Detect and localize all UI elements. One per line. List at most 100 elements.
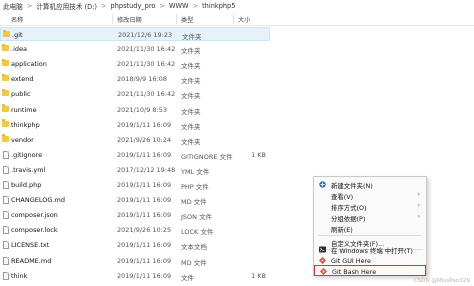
- chevron-right-icon: ›: [417, 202, 420, 209]
- file-row[interactable]: .gitignore 2019/1/11 16:09 GITIGNORE 文件 1 K…: [0, 148, 270, 162]
- file-name: .git: [12, 31, 23, 39]
- file-type: MD 文件: [181, 198, 207, 207]
- file-name: LICENSE.txt: [11, 241, 50, 250]
- watermark: CSDN @MissPan329: [413, 278, 470, 284]
- folder-icon: [2, 119, 9, 127]
- file-name: .gitignore: [11, 150, 43, 159]
- file-row[interactable]: composer.json 2019/1/11 16:09 JSON 文件: [0, 208, 270, 222]
- breadcrumb-item[interactable]: WWW: [169, 2, 189, 10]
- file-icon: [3, 165, 9, 174]
- menu-item-label: 分组依据(P): [331, 215, 366, 223]
- file-row[interactable]: .git 2021/12/6 19:23 文件夹: [0, 27, 270, 41]
- file-row[interactable]: .travis.yml 2017/12/12 19:48 YML 文件: [0, 163, 270, 177]
- menu-item-label: Git GUI Here: [331, 257, 371, 265]
- file-row[interactable]: application 2021/11/30 16:42 文件夹: [0, 57, 270, 71]
- menu-item-refresh[interactable]: 刷新(E): [314, 223, 426, 234]
- file-date: 2021/12/6 19:23: [118, 31, 173, 39]
- file-icon: [3, 226, 9, 235]
- menu-item-git-bash[interactable]: Git Bash Here: [314, 265, 426, 276]
- menu-item-new-folder[interactable]: 新建文件夹(N): [314, 179, 426, 190]
- menu-item-label: 新建文件夹(N): [331, 182, 373, 190]
- folder-icon: [2, 43, 9, 52]
- folder-plus-icon: [319, 181, 326, 188]
- file-row[interactable]: vendor 2021/9/26 10:24 文件夹: [0, 133, 270, 147]
- file-date: 2021/9/26 10:25: [117, 226, 172, 235]
- file-type: 文件夹: [181, 107, 201, 116]
- file-row[interactable]: public 2021/11/30 16:42 文件夹: [0, 87, 270, 101]
- folder-icon: [2, 134, 9, 142]
- file-row[interactable]: runtime 2021/10/9 8:53 文件夹: [0, 103, 270, 117]
- file-date: 2018/9/9 16:08: [117, 75, 167, 84]
- file-name: CHANGELOG.md: [11, 196, 65, 205]
- file-size: 1 KB: [251, 150, 266, 159]
- file-date: 2019/1/11 16:09: [117, 120, 172, 129]
- file-icon: [3, 271, 9, 280]
- column-divider[interactable]: [176, 14, 177, 24]
- file-name: build.php: [11, 181, 42, 189]
- column-header-size[interactable]: 大小: [238, 15, 250, 24]
- file-type: GITIGNORE 文件: [181, 152, 233, 161]
- column-header-date[interactable]: 修改日期: [117, 15, 142, 24]
- menu-item-label: 在 Windows 终端 中打开(T): [331, 247, 413, 255]
- column-divider[interactable]: [112, 14, 113, 24]
- file-date: 2019/1/11 16:09: [117, 241, 172, 250]
- file-row[interactable]: CHANGELOG.md 2019/1/11 16:09 MD 文件: [0, 193, 270, 207]
- breadcrumb: 此电脑 > 计算机应用技术 (D:) > phpstudy_pro > WWW …: [0, 0, 474, 12]
- file-name: think: [11, 271, 28, 280]
- chevron-right-icon: ›: [417, 191, 420, 198]
- git-bash-icon: [319, 267, 328, 276]
- file-name: extend: [11, 75, 34, 84]
- breadcrumb-item[interactable]: thinkphp5: [202, 2, 235, 10]
- folder-icon: [2, 73, 9, 82]
- file-row[interactable]: thinkphp 2019/1/11 16:09 文件夹: [0, 118, 270, 132]
- file-date: 2019/1/11 16:09: [117, 150, 172, 159]
- breadcrumb-item[interactable]: 此电脑: [3, 1, 23, 11]
- column-header-name[interactable]: 名称: [11, 15, 23, 24]
- file-type: 文件夹: [181, 47, 201, 56]
- file-date: 2021/11/30 16:42: [117, 45, 176, 54]
- column-divider[interactable]: [233, 14, 234, 24]
- file-date: 2017/12/12 19:48: [117, 165, 176, 174]
- menu-item-label: 查看(V): [331, 193, 354, 201]
- column-header-type[interactable]: 类型: [181, 15, 193, 24]
- file-row[interactable]: composer.lock 2021/9/26 10:25 LOCK 文件: [0, 223, 270, 237]
- file-row[interactable]: README.md 2019/1/11 16:09 MD 文件: [0, 254, 270, 268]
- menu-item-group[interactable]: 分组依据(P) ›: [314, 212, 426, 223]
- file-name: composer.json: [11, 211, 58, 220]
- file-row[interactable]: build.php 2019/1/11 16:09 PHP 文件: [0, 178, 270, 192]
- file-name: .travis.yml: [11, 165, 46, 174]
- file-row[interactable]: LICENSE.txt 2019/1/11 16:09 文本文档: [0, 238, 270, 252]
- terminal-icon: [319, 246, 326, 253]
- file-icon: [3, 150, 9, 159]
- file-size: 1 KB: [251, 271, 266, 280]
- file-icon: [3, 211, 9, 220]
- file-type: YML 文件: [181, 167, 210, 176]
- file-date: 2019/1/11 16:09: [117, 211, 172, 220]
- file-type: 文件夹: [181, 122, 201, 131]
- chevron-right-icon: ›: [417, 213, 420, 220]
- breadcrumb-item[interactable]: phpstudy_pro: [111, 2, 156, 10]
- menu-divider: [318, 235, 422, 236]
- file-type: 文件夹: [181, 62, 201, 71]
- file-date: 2019/1/11 16:09: [117, 271, 172, 280]
- menu-item-sort[interactable]: 排序方式(O) ›: [314, 201, 426, 212]
- file-name: .idea: [11, 45, 27, 54]
- file-type: 文件: [181, 273, 194, 282]
- file-type: 文件夹: [181, 77, 201, 86]
- context-menu: 新建文件夹(N) 查看(V) › 排序方式(O) › 分组依据(P) › 刷新(…: [313, 176, 427, 276]
- breadcrumb-item[interactable]: 计算机应用技术 (D:): [36, 1, 97, 11]
- file-date: 2019/1/11 16:09: [117, 196, 172, 205]
- file-date: 2019/1/11 16:09: [117, 181, 172, 189]
- file-date: 2021/9/26 10:24: [117, 135, 172, 144]
- folder-icon: [2, 58, 9, 67]
- file-type: 文本文档: [181, 243, 207, 252]
- file-row[interactable]: think 2019/1/11 16:09 文件 1 KB: [0, 269, 270, 283]
- file-name: runtime: [11, 105, 37, 114]
- file-type: 文件夹: [181, 137, 201, 146]
- menu-item-view[interactable]: 查看(V) ›: [314, 190, 426, 201]
- file-type: PHP 文件: [181, 183, 209, 191]
- file-row[interactable]: .idea 2021/11/30 16:42 文件夹: [0, 42, 270, 56]
- menu-item-open-terminal[interactable]: 在 Windows 终端 中打开(T): [314, 244, 426, 255]
- file-name: vendor: [11, 135, 34, 144]
- file-row[interactable]: extend 2018/9/9 16:08 文件夹: [0, 72, 270, 86]
